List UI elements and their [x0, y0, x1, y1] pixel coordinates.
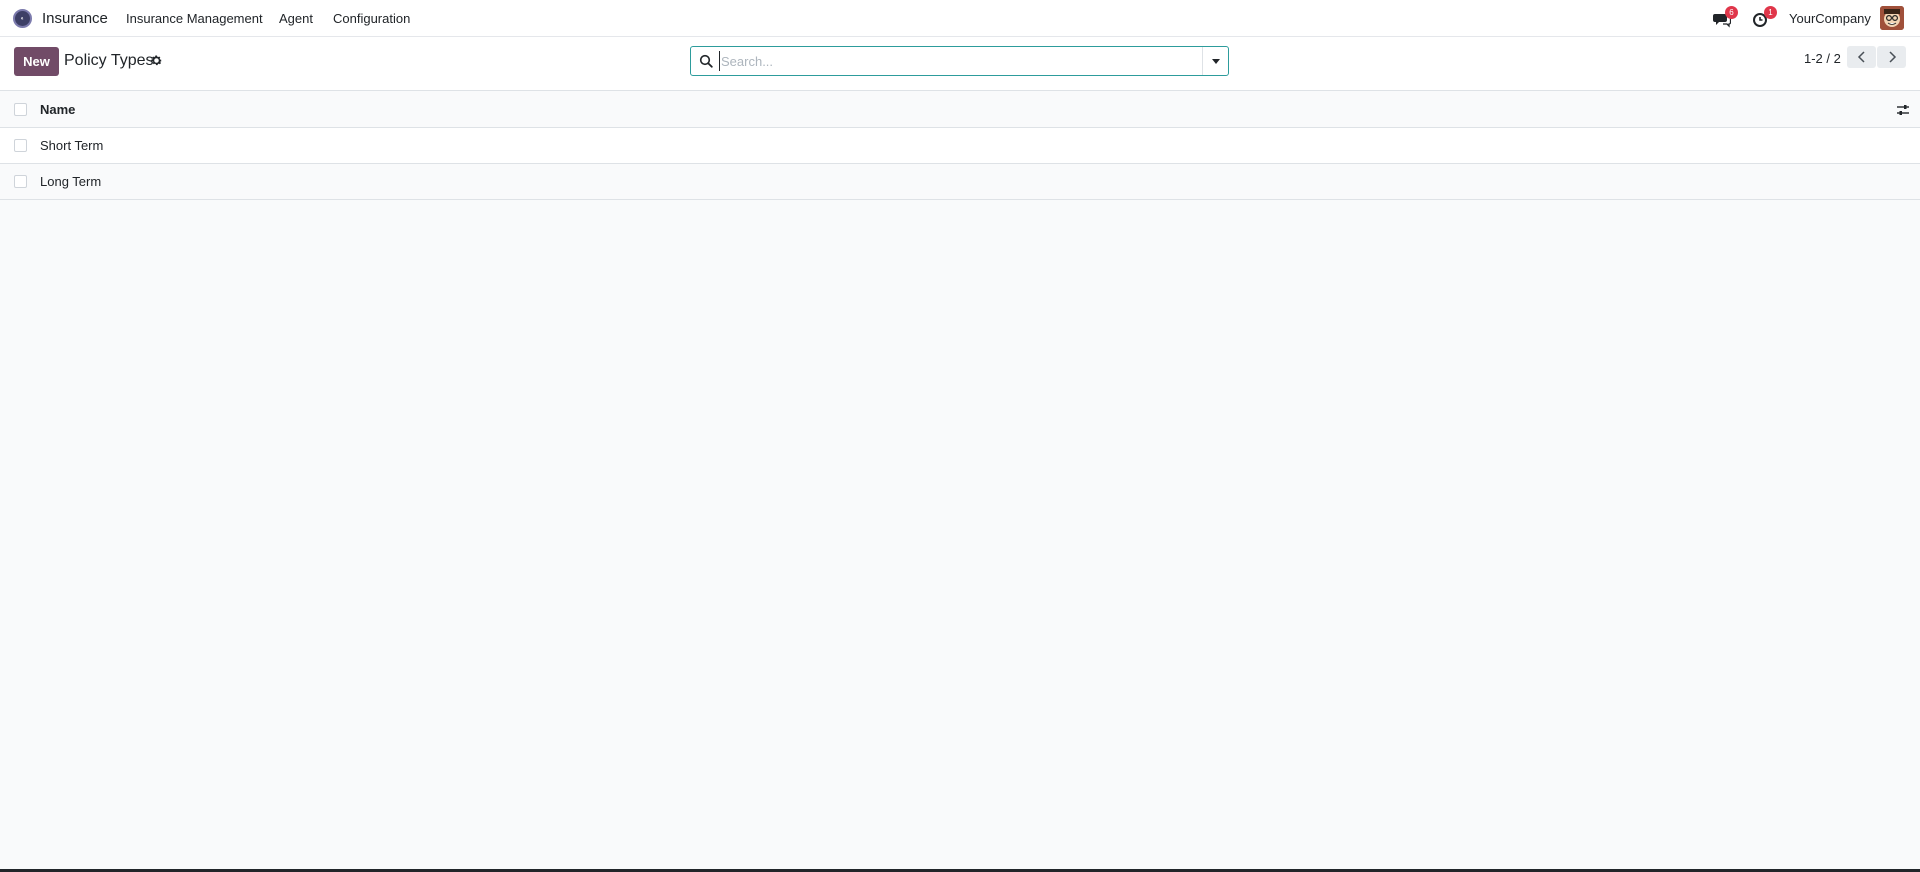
column-header-name[interactable]: Name	[40, 102, 75, 117]
activities-count-badge: 1	[1764, 6, 1777, 19]
search-bar	[690, 46, 1229, 76]
row-checkbox[interactable]	[14, 139, 27, 152]
new-button[interactable]: New	[14, 47, 59, 76]
app-logo-icon[interactable]: ◐	[13, 9, 32, 28]
list-view: Name Short Term Long Term	[0, 91, 1920, 200]
messages-button[interactable]: 6	[1713, 6, 1738, 28]
activities-button[interactable]: 1	[1752, 6, 1777, 28]
company-switcher[interactable]: YourCompany	[1789, 11, 1871, 26]
chevron-left-icon	[1857, 51, 1865, 63]
pager-previous-button[interactable]	[1847, 46, 1876, 68]
row-name[interactable]: Short Term	[40, 138, 103, 153]
control-panel: New Policy Types 1-2 / 2	[0, 37, 1920, 91]
chevron-right-icon	[1888, 51, 1896, 63]
menu-insurance-management[interactable]: Insurance Management	[126, 11, 263, 26]
app-name[interactable]: Insurance	[42, 10, 108, 27]
search-icon	[699, 54, 713, 68]
table-row[interactable]: Long Term	[0, 164, 1920, 200]
gear-icon[interactable]	[150, 54, 163, 67]
menu-configuration[interactable]: Configuration	[333, 11, 410, 26]
top-navbar: ◐ Insurance Insurance Management Agent C…	[0, 0, 1920, 37]
menu-agent[interactable]: Agent	[279, 11, 313, 26]
messages-count-badge: 6	[1725, 6, 1738, 19]
pager-next-button[interactable]	[1877, 46, 1906, 68]
page-title[interactable]: Policy Types	[64, 52, 154, 70]
table-header: Name	[0, 91, 1920, 128]
search-options-toggle[interactable]	[1202, 47, 1228, 75]
row-checkbox[interactable]	[14, 175, 27, 188]
avatar[interactable]	[1880, 6, 1904, 30]
avatar-image	[1880, 6, 1904, 30]
search-input[interactable]	[719, 51, 1189, 71]
row-name[interactable]: Long Term	[40, 174, 101, 189]
table-row[interactable]: Short Term	[0, 128, 1920, 164]
select-all-checkbox[interactable]	[14, 102, 27, 116]
optional-columns-icon[interactable]	[1896, 103, 1910, 117]
pager-value[interactable]: 1-2 / 2	[1804, 51, 1841, 66]
caret-down-icon	[1211, 58, 1220, 64]
